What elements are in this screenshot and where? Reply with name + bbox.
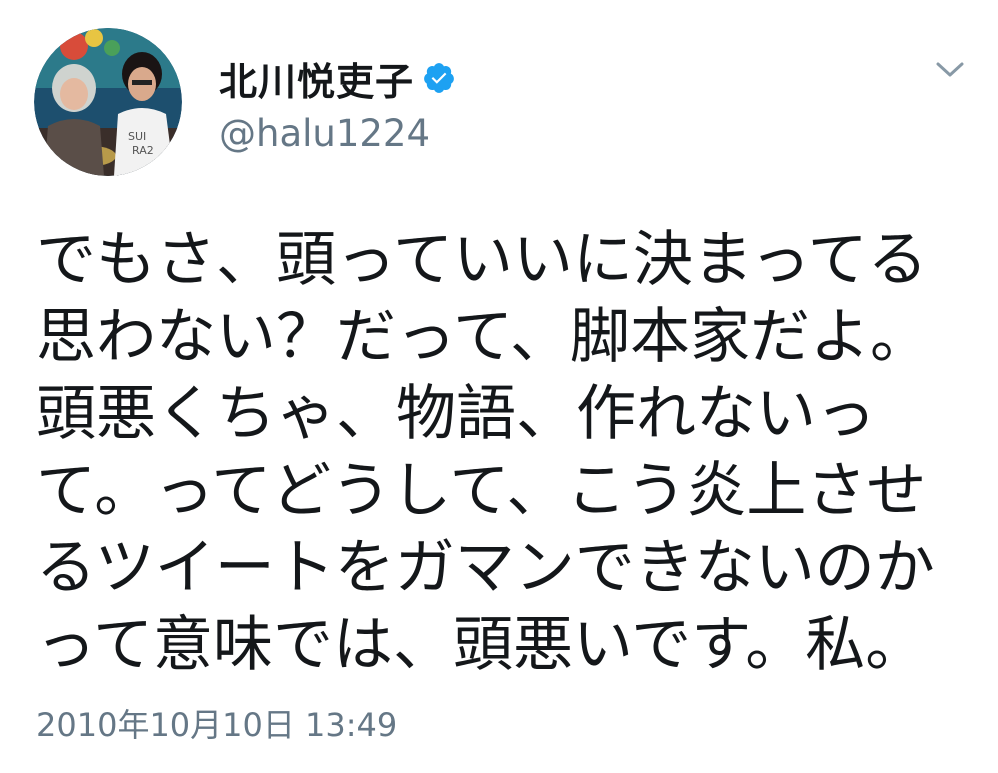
tweet-menu-button[interactable] (928, 52, 972, 88)
tweet-text-line: て。ってどうして、こう炎上させ (36, 456, 927, 526)
chevron-down-icon (936, 62, 964, 77)
tweet-text-line: 思わない？だって、脚本家だよ。 (36, 302, 930, 372)
tweet-timestamp[interactable]: 2010年10月10日 13:49 (36, 700, 397, 746)
tweet-text: でもさ、頭っていいに決まってる 思わない？だって、脚本家だよ。 頭悪くちゃ、物語… (36, 222, 976, 684)
svg-text:SUI: SUI (128, 130, 146, 143)
svg-text:RA2: RA2 (132, 144, 154, 157)
tweet-text-line: って意味では、頭悪いです。私。 (36, 610, 926, 680)
user-handle[interactable]: @halu1224 (219, 112, 430, 155)
tweet-text-line: でもさ、頭っていいに決まってる (36, 225, 928, 295)
tweet-card: SUI RA2 北川悦吏子 @halu1224 でもさ、頭っていいに決まってる … (0, 0, 998, 773)
author-name-row[interactable]: 北川悦吏子 (219, 52, 456, 104)
verified-badge-icon (422, 61, 456, 95)
tweet-text-line: るツイートをガマンできないのか (36, 533, 935, 603)
avatar[interactable]: SUI RA2 (34, 28, 182, 176)
display-name[interactable]: 北川悦吏子 (219, 51, 414, 106)
tweet-text-line: 頭悪くちゃ、物語、作れないっ (36, 379, 876, 449)
